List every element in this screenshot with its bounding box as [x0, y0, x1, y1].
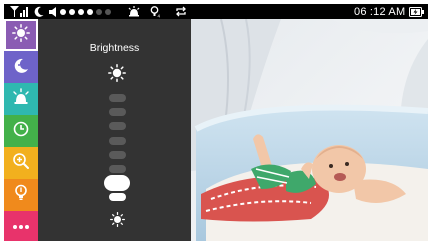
speaker-icon	[49, 4, 58, 19]
signal-strength-icon	[10, 4, 28, 19]
brightness-min-sun-icon[interactable]	[110, 212, 125, 232]
thermometer-icon: 4	[150, 4, 162, 19]
sidebar-item-brightness[interactable]	[4, 19, 38, 51]
sidebar-item-timer[interactable]	[4, 115, 38, 147]
volume-dot	[96, 8, 102, 15]
status-bar: 4 06 :12 AM	[4, 4, 428, 19]
brightness-max-sun-icon[interactable]	[108, 64, 126, 87]
brightness-level-current[interactable]	[104, 175, 130, 192]
moon-icon	[12, 56, 30, 79]
brightness-level[interactable]	[109, 108, 126, 117]
thermometer-icon	[12, 184, 30, 207]
sidebar-item-zoom[interactable]	[4, 147, 38, 179]
sun-icon	[12, 23, 30, 47]
sidebar-item-alarm[interactable]	[4, 83, 38, 115]
monitor-screen: 4 06 :12 AM Brightness	[4, 4, 428, 241]
brightness-title: Brightness	[89, 42, 140, 54]
brightness-level[interactable]	[109, 136, 126, 145]
brightness-level[interactable]	[109, 165, 126, 173]
clock-time: 06 :12 AM	[354, 5, 406, 18]
volume-dot	[78, 8, 84, 15]
clock-icon	[12, 120, 30, 143]
sidebar-item-temperature[interactable]	[4, 179, 38, 211]
camera-view	[191, 19, 428, 241]
volume-dot	[60, 8, 66, 15]
alarm-icon	[12, 87, 30, 111]
moon-icon	[34, 4, 44, 19]
alarm-icon	[128, 4, 140, 19]
brightness-level[interactable]	[109, 193, 126, 202]
brightness-level[interactable]	[109, 150, 126, 159]
brightness-level[interactable]	[109, 122, 126, 131]
more-icon	[12, 217, 30, 235]
brightness-panel: Brightness	[38, 19, 191, 241]
repeat-icon	[175, 4, 187, 19]
sidebar-item-more[interactable]	[4, 211, 38, 241]
sidebar-item-lullaby[interactable]	[4, 51, 38, 83]
battery-charging-icon	[409, 4, 424, 19]
volume-level-indicator	[60, 4, 111, 19]
volume-dot	[105, 8, 111, 15]
volume-dot	[87, 8, 93, 15]
brightness-level[interactable]	[109, 94, 126, 102]
svg-text:4: 4	[158, 13, 161, 18]
sidebar	[4, 19, 38, 241]
zoom-in-icon	[12, 152, 30, 175]
volume-dot	[69, 8, 75, 15]
